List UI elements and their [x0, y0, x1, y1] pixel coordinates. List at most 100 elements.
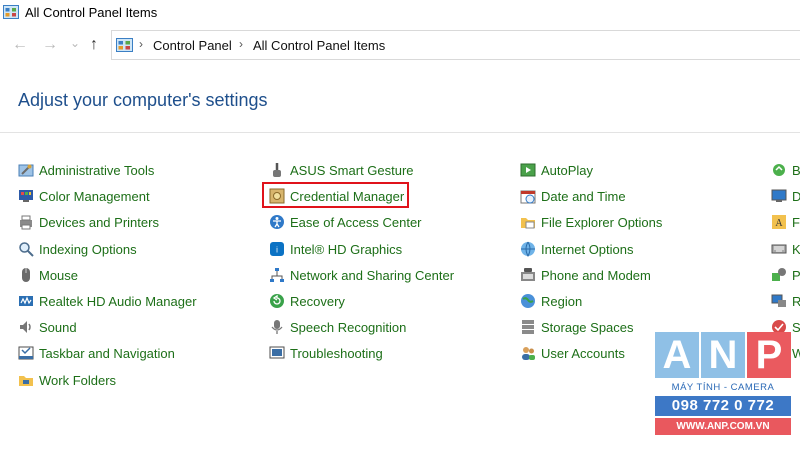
item-label: R: [792, 293, 800, 309]
item-label: D: [792, 188, 800, 204]
control-panel-item[interactable]: File Explorer Options: [520, 211, 662, 233]
control-panel-item[interactable]: D: [771, 185, 800, 207]
network-sharing-icon: [270, 268, 284, 282]
control-panel-item[interactable]: Internet Options: [520, 238, 634, 260]
anp-watermark-logo: A N P MÁY TÍNH - CAMERA 098 772 0 772 WW…: [655, 332, 791, 438]
item-label: Speech Recognition: [290, 319, 407, 335]
address-bar[interactable]: › Control Panel › All Control Panel Item…: [111, 30, 800, 60]
programs-icon: [772, 268, 786, 281]
taskbar-icon: [18, 346, 34, 360]
control-panel-item[interactable]: Phone and Modem: [520, 264, 651, 286]
control-panel-item[interactable]: Mouse: [18, 264, 78, 286]
display-icon: [771, 189, 787, 202]
back-arrow-icon[interactable]: ←: [12, 36, 28, 54]
autoplay-icon: [520, 163, 536, 177]
divider: [0, 132, 800, 133]
control-panel-item[interactable]: Color Management: [18, 185, 150, 207]
fonts-icon: A: [772, 215, 786, 229]
item-label: S: [792, 319, 800, 335]
item-label: Taskbar and Navigation: [39, 345, 175, 361]
item-label: Work Folders: [39, 372, 117, 388]
item-label: B: [792, 162, 800, 178]
control-panel-item[interactable]: K: [771, 238, 800, 260]
phone-modem-icon: [521, 268, 535, 281]
item-label: Date and Time: [541, 188, 626, 204]
breadcrumb-control-panel[interactable]: Control Panel: [153, 38, 232, 53]
realtek-audio-icon: [19, 296, 33, 306]
window-title: All Control Panel Items: [25, 5, 158, 20]
title-bar: All Control Panel Items: [0, 0, 800, 26]
highlight-box: [262, 182, 409, 208]
item-label: Indexing Options: [39, 241, 137, 257]
intel-graphics-icon: i: [270, 242, 284, 256]
breadcrumb-all-items[interactable]: All Control Panel Items: [253, 38, 385, 53]
control-panel-item[interactable]: Network and Sharing Center: [269, 264, 454, 286]
control-panel-item[interactable]: Region: [520, 290, 582, 312]
devices-printers-icon: [20, 215, 32, 230]
watermark-phone: 098 772 0 772: [655, 396, 791, 416]
control-panel-item[interactable]: P: [771, 264, 800, 286]
sound-icon: [20, 321, 31, 333]
speech-recognition-icon: [271, 320, 283, 334]
control-panel-item[interactable]: User Accounts: [520, 342, 625, 364]
item-label: Recovery: [290, 293, 345, 309]
item-label: Sound: [39, 319, 77, 335]
date-time-icon: [520, 190, 536, 204]
troubleshooting-icon: [269, 346, 285, 359]
item-label: Troubleshooting: [290, 345, 383, 361]
watermark-url: WWW.ANP.COM.VN: [655, 418, 791, 435]
asus-gesture-icon: [273, 163, 281, 177]
control-panel-item[interactable]: Devices and Printers: [18, 211, 159, 233]
watermark-letter: P: [747, 332, 791, 378]
remote-icon: [771, 294, 786, 307]
recent-locations-icon[interactable]: ⌄: [70, 34, 80, 52]
ease-of-access-icon: [270, 215, 284, 229]
item-label: File Explorer Options: [541, 214, 663, 230]
up-arrow-icon[interactable]: ↑: [90, 36, 98, 54]
item-label: Color Management: [39, 188, 150, 204]
control-panel-item[interactable]: Ease of Access Center: [269, 211, 422, 233]
control-panel-item[interactable]: Realtek HD Audio Manager: [18, 290, 197, 312]
control-panel-icon: [3, 5, 19, 19]
keyboard-icon: [771, 244, 787, 254]
item-label: W: [792, 345, 800, 361]
control-panel-item[interactable]: Indexing Options: [18, 238, 137, 260]
item-label: Administrative Tools: [39, 162, 155, 178]
watermark-subtitle: MÁY TÍNH - CAMERA: [671, 382, 775, 393]
item-label: Region: [541, 293, 583, 309]
control-panel-item[interactable]: Taskbar and Navigation: [18, 342, 175, 364]
control-panel-item[interactable]: Troubleshooting: [269, 342, 383, 364]
page-title: Adjust your computer's settings: [18, 90, 268, 110]
control-panel-item[interactable]: R: [771, 290, 800, 312]
control-panel-item[interactable]: Sound: [18, 316, 77, 338]
control-panel-item[interactable]: ASUS Smart Gesture: [269, 159, 414, 181]
control-panel-item[interactable]: B: [771, 159, 800, 181]
control-panel-item[interactable]: Recovery: [269, 290, 345, 312]
control-panel-item[interactable]: Speech Recognition: [269, 316, 406, 338]
control-panel-item[interactable]: Date and Time: [520, 185, 626, 207]
user-accounts-icon: [522, 347, 535, 360]
admin-tools-icon: [18, 164, 34, 177]
item-label: ASUS Smart Gesture: [290, 162, 414, 178]
control-panel-item[interactable]: AF: [771, 211, 800, 233]
internet-options-icon: [521, 241, 535, 257]
forward-arrow-icon[interactable]: →: [42, 36, 58, 54]
breadcrumb-separator-icon[interactable]: ›: [239, 37, 243, 51]
control-panel-item[interactable]: Administrative Tools: [18, 159, 154, 181]
breadcrumb-separator-icon[interactable]: ›: [139, 37, 143, 51]
control-panel-item[interactable]: Work Folders: [18, 369, 116, 391]
control-panel-item[interactable]: Storage Spaces: [520, 316, 634, 338]
item-label: K: [792, 241, 800, 257]
file-explorer-options-icon: [521, 218, 535, 229]
control-panel-item[interactable]: AutoPlay: [520, 159, 593, 181]
watermark-letters: A N P: [655, 332, 791, 378]
watermark-letter: N: [701, 332, 745, 378]
item-label: Network and Sharing Center: [290, 267, 455, 283]
item-label: Intel® HD Graphics: [290, 241, 403, 257]
backup-icon: [773, 164, 785, 176]
item-label: Mouse: [39, 267, 79, 283]
item-label: User Accounts: [541, 345, 625, 361]
watermark-letter: A: [655, 332, 699, 378]
item-label: Ease of Access Center: [290, 214, 422, 230]
control-panel-item[interactable]: i Intel® HD Graphics: [269, 238, 402, 260]
